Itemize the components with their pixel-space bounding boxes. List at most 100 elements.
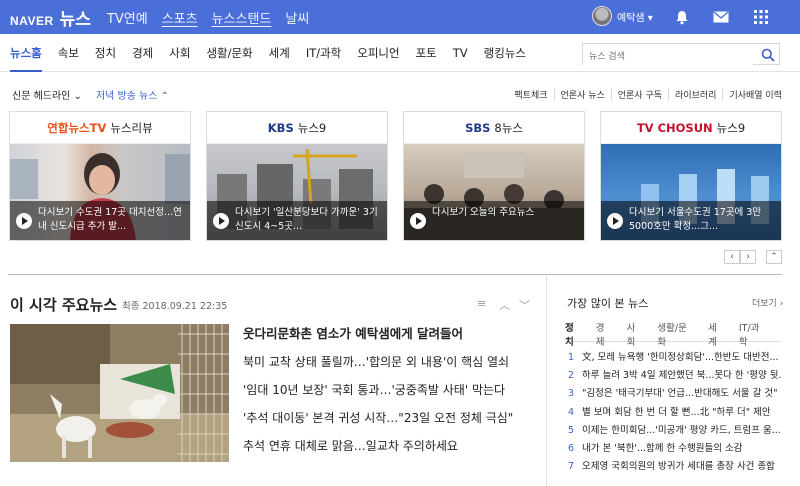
sub-toolbar: 신문 헤드라인 ⌄ 저녁 방송 뉴스 ⌃ 팩트체크 언론사 뉴스 언론사 구독 … [0, 82, 800, 104]
naver-logo-text: NAVER [10, 13, 54, 28]
link-factcheck[interactable]: 팩트체크 [508, 88, 547, 101]
card-caption[interactable]: 다시보기 오늘의 주요뉴스 [432, 207, 534, 218]
popular-news-title: 가장 많이 본 뉴스 [567, 297, 649, 310]
headline-list: 웃다리문화촌 염소가 예탁샘에게 달려들어 북미 교착 상태 풀릴까…'합의문 … [243, 327, 543, 467]
list-item-title[interactable]: "김정은 '태극기부대' 언급...반대해도 서울 갈 것" [582, 385, 777, 403]
rank-number: 4 [568, 406, 575, 418]
broadcast-card-yonhap[interactable]: 연합뉴스TV 뉴스리뷰 다시보기 수도권 17곳 대지선정...연내 신도시급 추… [9, 111, 191, 241]
rank-number: 1 [568, 352, 575, 363]
list-item-title[interactable]: 내가 본 '북한'...함께 한 수행원들의 소감 [582, 440, 742, 458]
card-program: 뉴스리뷰 [110, 120, 153, 135]
rank-number: 7 [568, 461, 575, 473]
tab-it[interactable]: IT/과학 [739, 320, 767, 348]
rank-number: 6 [568, 442, 575, 454]
card-thumbnail: 다시보기 서울수도권 17곳에 3만5000호만 확정...그... [601, 144, 781, 240]
tab-world[interactable]: 세계 [708, 320, 725, 348]
prev-page-icon[interactable]: ‹ [724, 250, 740, 264]
list-item-title[interactable]: 하루 늘려 3박 4일 제안했던 북...못다 한 '평양 뒷... [582, 367, 782, 385]
section-tab-economy[interactable]: 경제 [132, 34, 153, 72]
username: 예탁샘 ▾ [617, 12, 653, 24]
next-page-icon[interactable]: › [740, 250, 756, 264]
list-item[interactable]: 7 오제영 국회의원의 방귀가 세대를 총장 사건 종합 [568, 458, 782, 476]
broadcast-card-kbs[interactable]: KBS 뉴스9 다시보기 '일산분당보다 가까운' 3기 신도시 4~5곳... [206, 111, 388, 241]
last-updated: 최종 2018.09.21 22:35 [122, 301, 228, 312]
card-program: 8뉴스 [494, 120, 523, 135]
list-item[interactable]: 5 이제는 한미회담...'미공개' 평양 카드, 트럼프 움... [568, 422, 782, 440]
mail-icon[interactable] [712, 8, 730, 26]
tab-politics[interactable]: 정치 [565, 320, 582, 348]
headline-item[interactable]: '추석 대이동' 본격 귀성 시작…"23일 오전 정체 극심" [243, 411, 543, 439]
section-tab-tv[interactable]: TV [453, 34, 468, 72]
card-caption[interactable]: 다시보기 '일산분당보다 가까운' 3기 신도시 4~5곳... [235, 207, 378, 232]
search-box [582, 43, 780, 67]
link-press-subscribe[interactable]: 언론사 구독 [610, 88, 662, 101]
section-nav: 뉴스홈 속보 정치 경제 사회 생활/문화 세계 IT/과학 오피니언 포토 T… [0, 34, 800, 72]
link-arrangement-history[interactable]: 기사배열 이력 [722, 88, 782, 101]
card-thumbnail: 다시보기 '일산분당보다 가까운' 3기 신도시 4~5곳... [207, 144, 387, 240]
section-tab-society[interactable]: 사회 [169, 34, 190, 72]
naver-news-logo[interactable]: NAVER 뉴스 [10, 5, 91, 30]
top-nav-sports[interactable]: 스포츠 [162, 8, 198, 27]
section-tab-world[interactable]: 세계 [269, 34, 290, 72]
section-tab-culture[interactable]: 생활/문화 [206, 34, 252, 72]
card-caption[interactable]: 다시보기 수도권 17곳 대지선정...연내 신도시급 추가 발... [38, 207, 182, 232]
play-icon[interactable] [410, 213, 426, 229]
card-program: 뉴스9 [297, 120, 327, 135]
search-icon[interactable] [761, 47, 775, 62]
chevron-up-icon[interactable]: ︿ [499, 297, 510, 313]
headline-item[interactable]: '임대 10년 보장' 국회 통과…'궁중족발 사태' 막는다 [243, 383, 543, 411]
top-nav-newsstand[interactable]: 뉴스스탠드 [212, 8, 272, 27]
tab-society[interactable]: 사회 [627, 320, 644, 348]
chevron-down-icon[interactable]: ﹀ [519, 297, 530, 313]
list-item[interactable]: 6 내가 본 '북한'...함께 한 수행원들의 소감 [568, 440, 782, 458]
section-tab-ranking[interactable]: 랭킹뉴스 [484, 34, 526, 72]
section-tab-politics[interactable]: 정치 [95, 34, 116, 72]
headline-item[interactable]: 추석 연휴 대체로 맑음…일교차 주의하세요 [243, 439, 543, 467]
section-tab-home[interactable]: 뉴스홈 [10, 34, 42, 72]
tab-evening-broadcast[interactable]: 저녁 방송 뉴스 ⌃ [96, 87, 169, 102]
headline-item[interactable]: 북미 교착 상태 풀릴까…'합의문 외 내용'이 핵심 열쇠 [243, 355, 543, 383]
more-link[interactable]: 더보기 › [752, 296, 783, 309]
apps-grid-icon[interactable] [752, 8, 770, 26]
list-item-title[interactable]: 별 보며 회담 한 번 더 할 뻔...北 "하루 더" 제안 [582, 404, 771, 422]
top-bar: NAVER 뉴스 TV연예 스포츠 뉴스스탠드 날씨 예탁샘 ▾ [0, 0, 800, 34]
divider [546, 275, 547, 486]
card-program: 뉴스9 [716, 120, 746, 135]
play-icon[interactable] [213, 213, 229, 229]
card-brand: SBS [465, 120, 491, 135]
popular-news-tabs: 정치 경제 사회 생활/문화 세계 IT/과학 [565, 320, 781, 348]
top-nav-weather[interactable]: 날씨 [285, 8, 309, 27]
list-item[interactable]: 3 "김정은 '태극기부대' 언급...반대해도 서울 갈 것" [568, 385, 782, 403]
rank-number: 5 [568, 424, 575, 436]
section-tab-opinion[interactable]: 오피니언 [357, 34, 399, 72]
list-item[interactable]: 2 하루 늘려 3박 4일 제안했던 북...못다 한 '평양 뒷... [568, 367, 782, 385]
play-icon[interactable] [16, 213, 32, 229]
search-input[interactable] [583, 47, 753, 67]
list-item-title[interactable]: 文, 모레 뉴욕행 '한미정상회담'...한반도 대반전... [582, 349, 779, 367]
link-press-news[interactable]: 언론사 뉴스 [553, 88, 605, 101]
list-item[interactable]: 4 별 보며 회담 한 번 더 할 뻔...北 "하루 더" 제안 [568, 404, 782, 422]
list-item-title[interactable]: 이제는 한미회담...'미공개' 평양 카드, 트럼프 움... [582, 422, 781, 440]
user-menu[interactable]: 예탁샘 ▾ [592, 6, 653, 26]
section-tab-it[interactable]: IT/과학 [306, 34, 341, 72]
list-view-icon[interactable]: ≡ [477, 297, 486, 310]
collapse-icon[interactable]: ⌃ [766, 250, 782, 264]
bell-icon[interactable] [673, 8, 691, 26]
tab-culture[interactable]: 생활/문화 [657, 320, 694, 348]
top-nav: TV연예 스포츠 뉴스스탠드 날씨 [107, 8, 323, 27]
tab-economy[interactable]: 경제 [596, 320, 613, 348]
link-library[interactable]: 라이브러리 [668, 88, 716, 101]
headline-main[interactable]: 웃다리문화촌 염소가 예탁샘에게 달려들어 [243, 327, 543, 355]
card-caption[interactable]: 다시보기 서울수도권 17곳에 3만5000호만 확정...그... [629, 207, 761, 232]
list-item-title[interactable]: 오제영 국회의원의 방귀가 세대를 총장 사건 종합 [582, 458, 775, 476]
top-nav-tv[interactable]: TV연예 [107, 8, 148, 27]
page-title: 이 시각 주요뉴스 [10, 296, 118, 314]
play-icon[interactable] [607, 213, 623, 229]
broadcast-card-tvchosun[interactable]: TV CHOSUN 뉴스9 다시보기 서울수도권 17곳에 3만5000호만 확정… [600, 111, 782, 241]
section-tab-breaking[interactable]: 속보 [58, 34, 79, 72]
broadcast-card-sbs[interactable]: SBS 8뉴스 다시보기 오늘의 주요뉴스 [403, 111, 585, 241]
tab-newspaper-headlines[interactable]: 신문 헤드라인 ⌄ [12, 87, 82, 102]
list-item[interactable]: 1 文, 모레 뉴욕행 '한미정상회담'...한반도 대반전... [568, 349, 782, 367]
section-tab-photo[interactable]: 포토 [416, 34, 437, 72]
news-photo[interactable] [10, 324, 229, 462]
